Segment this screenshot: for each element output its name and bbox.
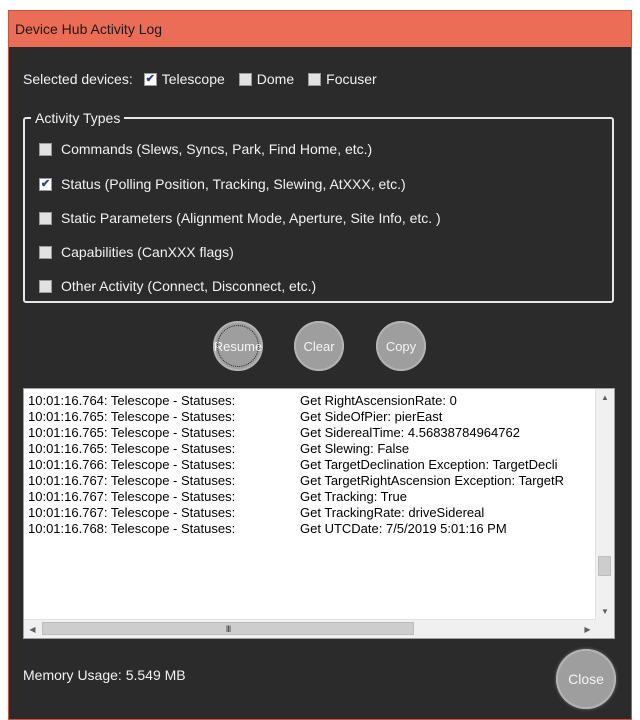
checkbox-unchecked-icon[interactable] [238,72,252,86]
device-checkbox-dome[interactable]: Dome [238,71,295,87]
device-label: Telescope [161,71,225,87]
device-checkbox-telescope[interactable]: ✔ Telescope [143,71,225,87]
activity-label: Capabilities (CanXXX flags) [61,244,234,260]
selected-devices-label: Selected devices: [23,71,133,87]
log-line: 10:01:16.764: Telescope - Statuses: Get R… [28,393,594,409]
log-message: Get TargetRightAscension Exception: Targ… [300,473,564,488]
log-line: 10:01:16.765: Telescope - Statuses: Get S… [28,441,594,457]
log-message: Get UTCDate: 7/5/2019 5:01:16 PM [300,521,507,536]
log-message: Get TargetDeclination Exception: TargetD… [300,457,558,472]
scroll-left-arrow-icon[interactable]: ◀ [24,620,41,638]
log-source: 10:01:16.764: Telescope - Statuses: [28,393,236,408]
copy-button[interactable]: Copy [376,321,426,371]
activity-checkbox-capabilities[interactable]: Capabilities (CanXXX flags) [39,244,234,260]
vertical-scrollbar[interactable]: ▲ ▼ [595,389,614,620]
activity-label: Other Activity (Connect, Disconnect, etc… [61,278,317,294]
log-source: 10:01:16.765: Telescope - Statuses: [28,409,236,424]
clear-button[interactable]: Clear [294,321,344,371]
activity-types-group: Activity Types Commands (Slews, Syncs, P… [23,109,614,303]
activity-label: Status (Polling Position, Tracking, Slew… [61,176,406,192]
activity-types-title: Activity Types [31,109,125,127]
log-source: 10:01:16.767: Telescope - Statuses: [28,505,236,520]
log-message: Get SiderealTime: 4.56838784964762 [300,425,520,440]
checkbox-unchecked-icon[interactable] [39,279,52,293]
log-message: Get TrackingRate: driveSidereal [300,505,485,520]
log-source: 10:01:16.767: Telescope - Statuses: [28,473,236,488]
horizontal-scroll-thumb[interactable]: III [42,622,414,635]
checkbox-checked-icon[interactable]: ✔ [39,177,52,191]
checkbox-unchecked-icon[interactable] [308,72,322,86]
log-line: 10:01:16.767: Telescope - Statuses: Get T… [28,489,594,505]
activity-checkbox-static-parameters[interactable]: Static Parameters (Alignment Mode, Apert… [39,210,441,226]
activity-log-textbox[interactable]: 10:01:16.764: Telescope - Statuses: Get R… [23,388,615,639]
log-line: 10:01:16.767: Telescope - Statuses: Get T… [28,473,594,489]
close-button-label: Close [568,671,604,687]
device-checkbox-focuser[interactable]: Focuser [308,71,377,87]
activity-checkbox-commands[interactable]: Commands (Slews, Syncs, Park, Find Home,… [39,141,372,157]
log-message: Get RightAscensionRate: 0 [300,393,457,408]
log-line: 10:01:16.768: Telescope - Statuses: Get U… [28,521,594,537]
log-line: 10:01:16.765: Telescope - Statuses: Get S… [28,425,594,441]
vertical-scroll-thumb[interactable] [598,556,611,576]
log-source: 10:01:16.765: Telescope - Statuses: [28,425,236,440]
device-selector: Selected devices: ✔ Telescope Dome Focus… [23,71,386,87]
copy-button-label: Copy [385,338,417,354]
log-message: Get SideOfPier: pierEast [300,409,443,424]
log-line: 10:01:16.765: Telescope - Statuses: Get S… [28,409,594,425]
scroll-right-arrow-icon[interactable]: ▶ [579,620,596,638]
close-button[interactable]: Close [556,649,616,709]
checkbox-checked-icon[interactable]: ✔ [143,72,157,86]
clear-button-label: Clear [303,338,335,354]
checkbox-unchecked-icon[interactable] [39,142,52,156]
log-message: Get Slewing: False [300,441,410,456]
window-title: Device Hub Activity Log [15,21,163,37]
checkbox-unchecked-icon[interactable] [39,245,52,259]
log-source: 10:01:16.768: Telescope - Statuses: [28,521,236,536]
activity-label: Commands (Slews, Syncs, Park, Find Home,… [61,141,373,157]
activity-checkbox-other[interactable]: Other Activity (Connect, Disconnect, etc… [39,278,316,294]
activity-checkbox-status[interactable]: ✔ Status (Polling Position, Tracking, Sl… [39,176,406,192]
checkbox-unchecked-icon[interactable] [39,211,52,225]
log-line: 10:01:16.766: Telescope - Statuses: Get T… [28,457,594,473]
log-message: Get Tracking: True [300,489,407,504]
activity-log-window: Device Hub Activity Log Selected devices… [8,10,632,720]
device-label: Dome [256,71,295,87]
device-label: Focuser [326,71,377,87]
log-lines: 10:01:16.764: Telescope - Statuses: Get R… [28,393,594,618]
log-source: 10:01:16.766: Telescope - Statuses: [28,457,236,472]
activity-label: Static Parameters (Alignment Mode, Apert… [61,210,441,226]
title-bar[interactable]: Device Hub Activity Log [9,11,631,47]
scrollbar-corner [596,620,614,638]
resume-button-label: Resume [213,338,263,354]
log-line: 10:01:16.767: Telescope - Statuses: Get T… [28,505,594,521]
log-source: 10:01:16.765: Telescope - Statuses: [28,441,236,456]
resume-button[interactable]: Resume [213,321,263,371]
memory-usage-label: Memory Usage: 5.549 MB [23,667,186,683]
scroll-up-arrow-icon[interactable]: ▲ [596,389,614,406]
horizontal-scrollbar[interactable]: ◀ III ▶ [24,619,596,638]
log-source: 10:01:16.767: Telescope - Statuses: [28,489,236,504]
scroll-down-arrow-icon[interactable]: ▼ [596,603,614,620]
